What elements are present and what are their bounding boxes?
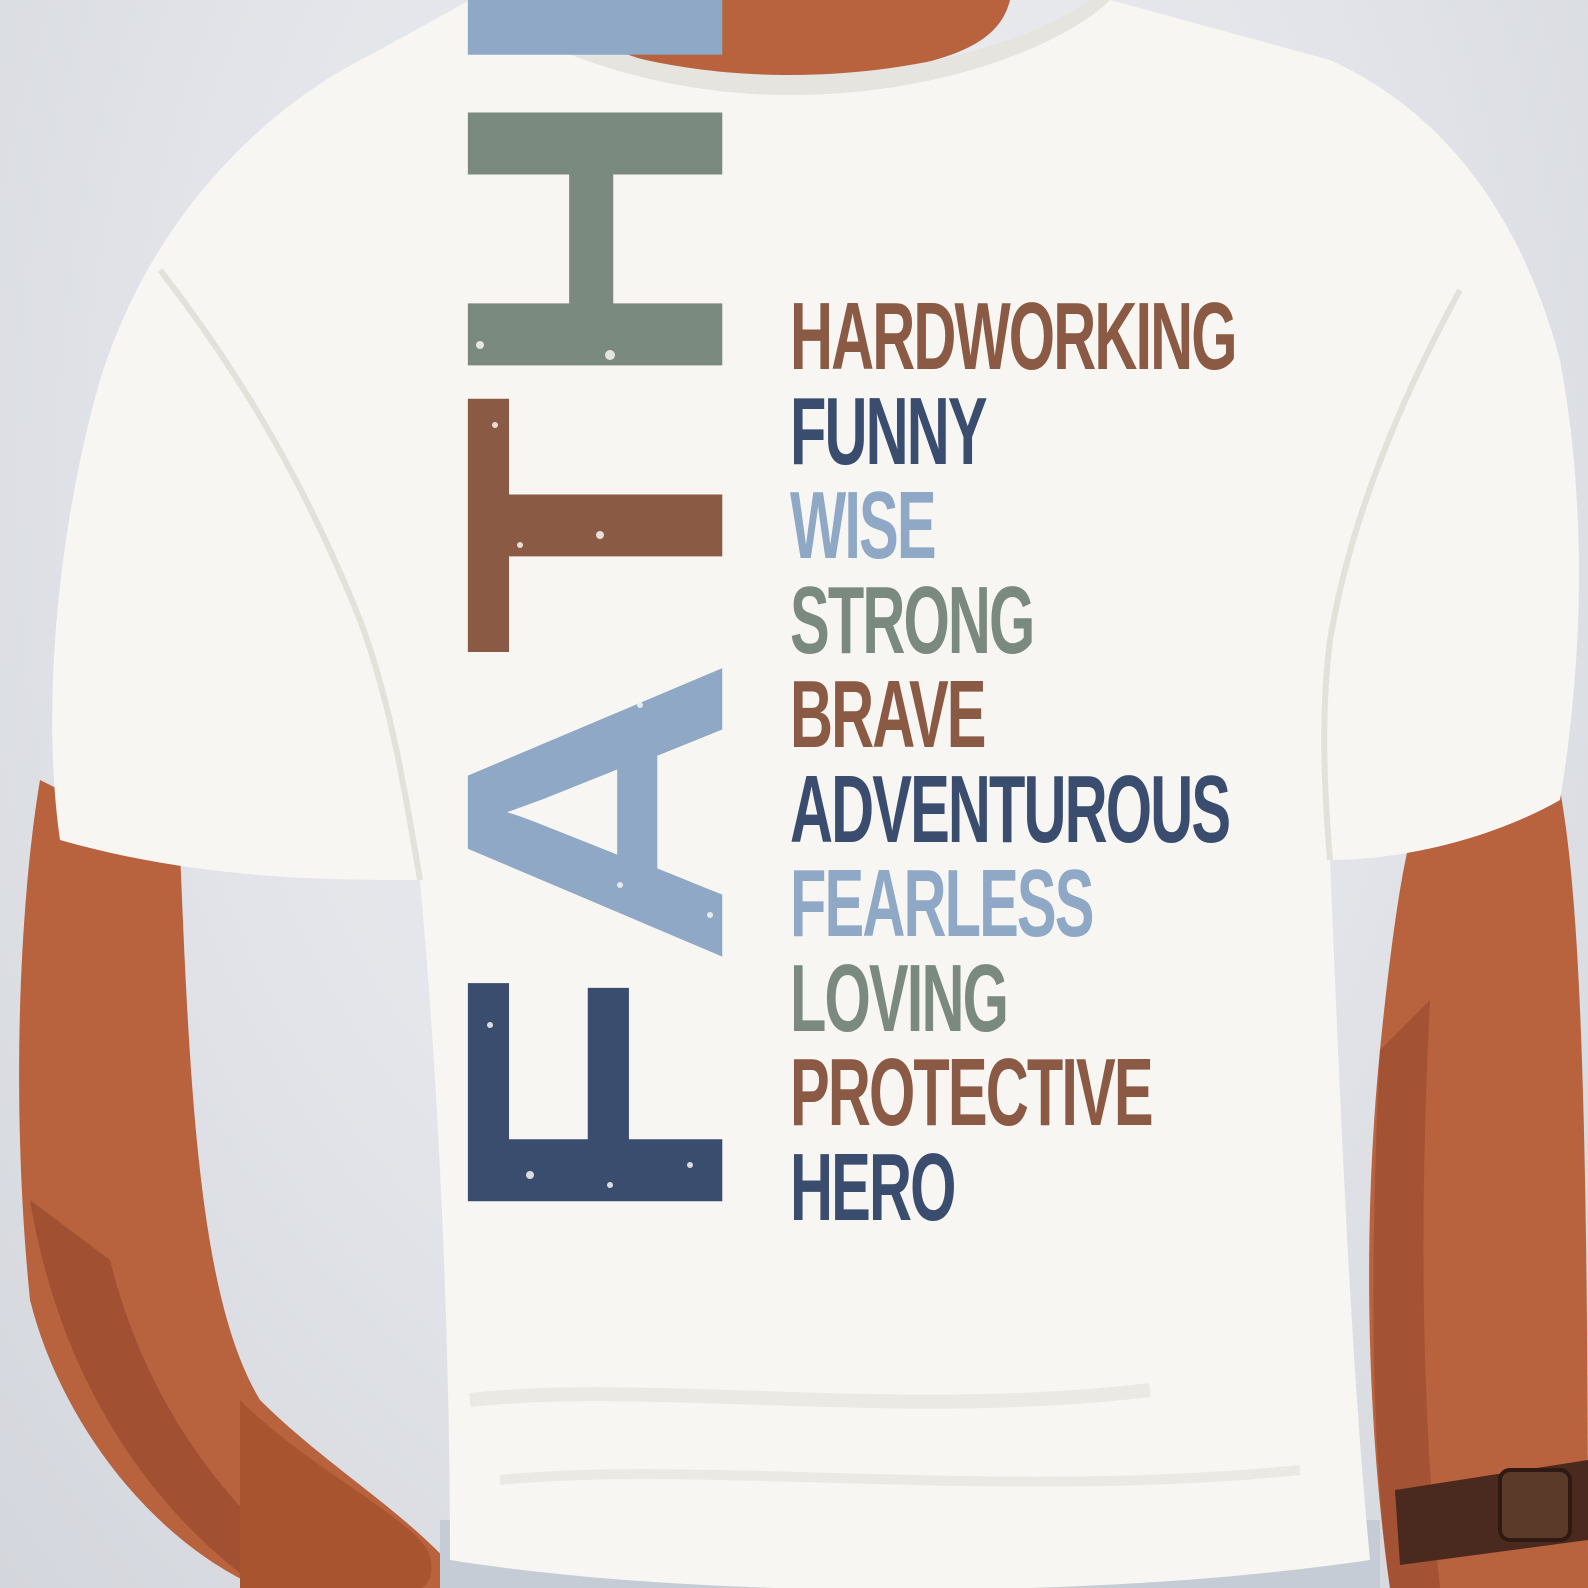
trait-word: FUNNY <box>790 377 988 485</box>
left-hand <box>240 1400 432 1588</box>
trait-word: WISE <box>790 472 937 579</box>
father-letter: F <box>388 967 802 1230</box>
trait-word: LOVING <box>790 944 1009 1052</box>
father-letter: E <box>389 0 802 84</box>
trait-word: BRAVE <box>790 661 986 768</box>
trait-word: PROTECTIVE <box>790 1039 1154 1146</box>
trait-word: HARDWORKING <box>790 283 1238 390</box>
trait-word: FEARLESS <box>790 850 1094 957</box>
watch-face <box>1498 1468 1572 1542</box>
trait-word: STRONG <box>790 566 1035 674</box>
trait-list: HARDWORKING FUNNY WISE STRONG BRAVE ADVE… <box>790 283 1270 1241</box>
father-letter: T <box>388 394 802 657</box>
father-vertical-word: F A T H E R <box>388 0 802 1230</box>
trait-word: ADVENTUROUS <box>790 755 1231 863</box>
father-letter: A <box>388 656 802 968</box>
trait-word: HERO <box>790 1133 956 1241</box>
father-letter: H <box>388 83 802 395</box>
